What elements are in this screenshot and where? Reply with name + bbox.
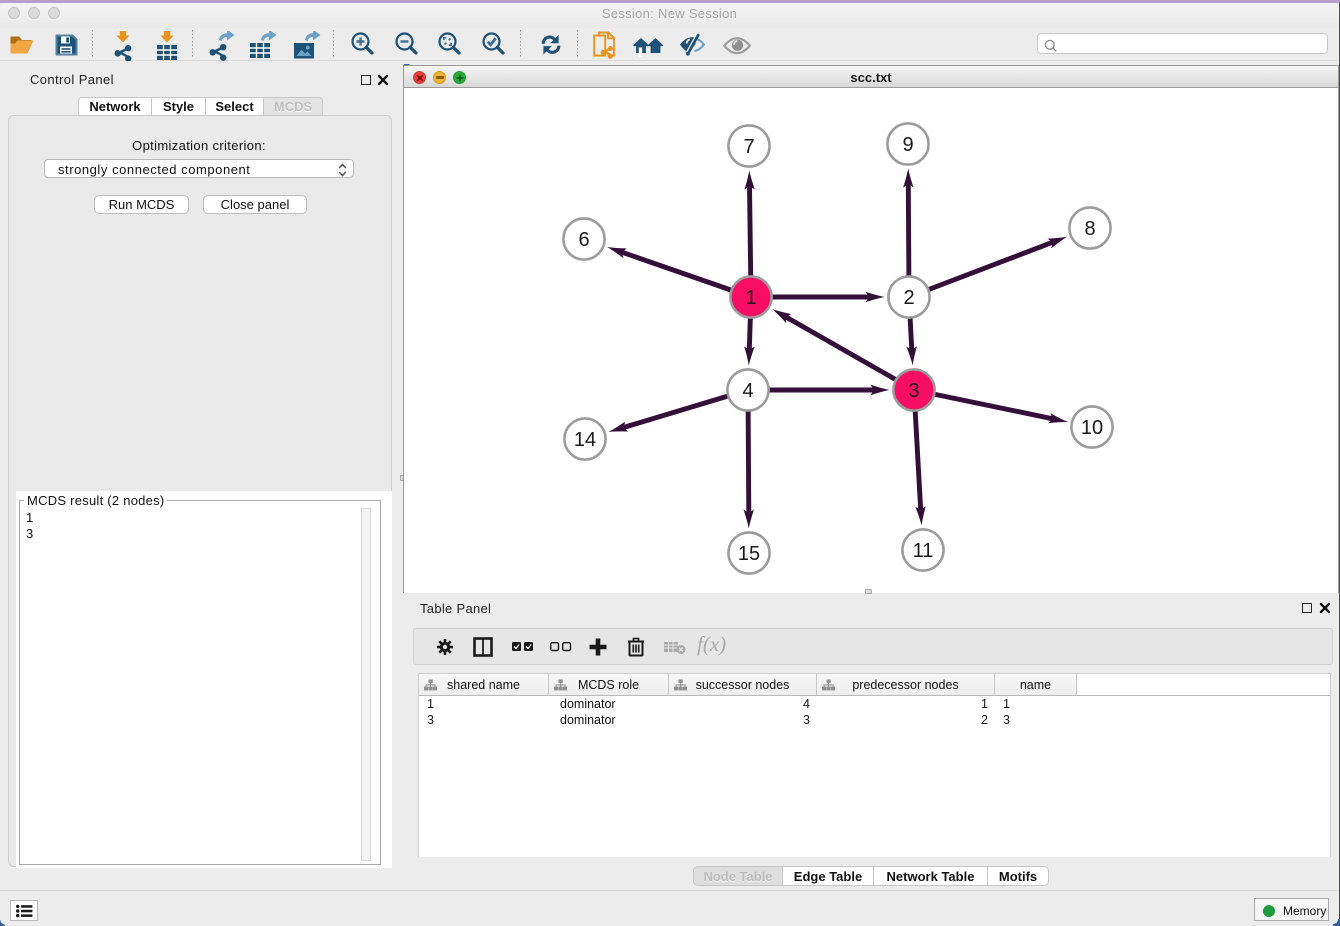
svg-text:3: 3 — [908, 380, 919, 402]
svg-text:2: 2 — [903, 287, 914, 309]
svg-text:4: 4 — [742, 380, 753, 402]
svg-text:8: 8 — [1084, 218, 1095, 240]
svg-text:14: 14 — [574, 429, 596, 451]
svg-text:7: 7 — [743, 136, 754, 158]
svg-text:9: 9 — [902, 134, 913, 156]
svg-text:6: 6 — [578, 229, 589, 251]
svg-text:15: 15 — [738, 543, 760, 565]
svg-text:11: 11 — [913, 540, 934, 562]
svg-text:1: 1 — [745, 287, 756, 309]
svg-text:10: 10 — [1081, 417, 1103, 439]
